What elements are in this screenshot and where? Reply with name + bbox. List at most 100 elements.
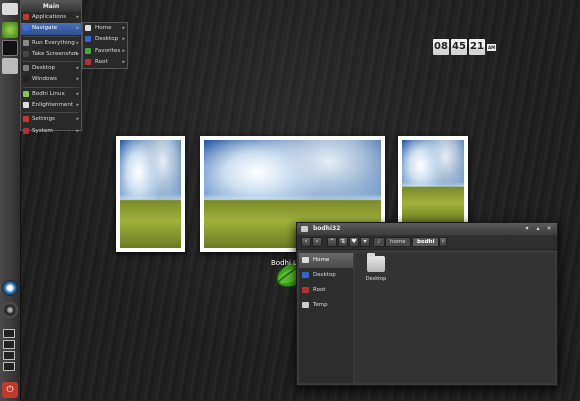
- menu-item[interactable]: Desktop ▸: [21, 63, 81, 74]
- root-icon: [302, 287, 309, 293]
- submenu-arrow-icon: ▸: [122, 58, 125, 65]
- home-icon: [85, 25, 91, 31]
- menu-item[interactable]: Bodhi Linux ▸: [21, 89, 81, 100]
- bodhi-icon: [23, 90, 29, 97]
- bodhi-logo-label: Bodhi Li: [271, 259, 299, 267]
- clock-minutes: 45: [451, 39, 467, 55]
- submenu-arrow-icon: ▸: [76, 76, 79, 83]
- up-button[interactable]: ⌃: [327, 237, 337, 247]
- menu-item[interactable]: System ▸: [21, 126, 81, 137]
- system-icon: [23, 127, 29, 134]
- landscape-photo: [402, 140, 464, 224]
- menu-item-label: Run Everything: [32, 39, 75, 46]
- submenu-arrow-icon: ▸: [76, 90, 79, 97]
- submenu-item-label: Desktop: [95, 36, 119, 43]
- submenu-arrow-icon: ▸: [76, 116, 79, 123]
- submenu-item[interactable]: Desktop ▸: [83, 34, 127, 45]
- menu-item[interactable]: Windows ▸: [21, 74, 81, 85]
- folder-label: Desktop: [365, 276, 387, 282]
- close-button[interactable]: ✕: [545, 225, 553, 233]
- menu-item-label: Windows: [32, 76, 57, 83]
- bodhi-start-icon[interactable]: [2, 3, 18, 15]
- submenu-item[interactable]: Root ▸: [83, 57, 127, 68]
- submenu-arrow-icon: ▸: [122, 47, 125, 54]
- speaker-icon[interactable]: [2, 302, 18, 318]
- desktop-folder-icon: [302, 272, 309, 278]
- file-manager-toolbar: ‹ › ⌃ ⇅ ♥ ▾ / home bodhi ›: [297, 235, 557, 250]
- submenu-arrow-icon: ▸: [76, 25, 79, 32]
- breadcrumb-next-button[interactable]: ›: [439, 237, 447, 247]
- photo-frame[interactable]: [116, 136, 185, 252]
- submenu-item[interactable]: Home ▸: [83, 23, 127, 34]
- clock-hours: 08: [433, 39, 449, 55]
- menu-separator: [23, 61, 79, 63]
- desktop-page[interactable]: [3, 362, 15, 371]
- file-view[interactable]: Desktop: [355, 253, 555, 383]
- desktop-page[interactable]: [3, 329, 15, 338]
- submenu-arrow-icon: ▸: [122, 25, 125, 31]
- minimize-button[interactable]: ▾: [523, 225, 531, 233]
- window-titlebar[interactable]: bodhi32 ▾ ▴ ✕: [297, 223, 557, 235]
- home-icon: [302, 257, 309, 263]
- menu-item[interactable]: Settings ▸: [21, 114, 81, 125]
- globe-icon[interactable]: [2, 280, 18, 296]
- virtual-desktop-pager[interactable]: [3, 329, 17, 374]
- menu-item[interactable]: Navigate ▸: [21, 23, 81, 35]
- submenu-item-label: Home: [95, 25, 112, 31]
- menu-item-label: Take Screenshot: [32, 50, 78, 57]
- submenu-arrow-icon: ▸: [76, 127, 79, 134]
- back-button[interactable]: ‹: [301, 237, 311, 247]
- left-shelf: ⏻: [0, 0, 21, 401]
- forward-button[interactable]: ›: [312, 237, 322, 247]
- main-menu: Main Applications ▸ Navigate ▸ Run Everythin…: [20, 0, 82, 134]
- navigate-icon: [23, 25, 29, 32]
- menu-title: Main: [21, 1, 81, 12]
- desktop-icon: [23, 65, 29, 72]
- menu-item[interactable]: Run Everything ▸: [21, 38, 81, 49]
- menu-item[interactable]: Enlightenment ▸: [21, 100, 81, 111]
- maximize-button[interactable]: ▴: [534, 225, 542, 233]
- submenu-arrow-icon: ▸: [76, 50, 79, 57]
- temp-icon: [302, 302, 309, 308]
- file-manager-icon[interactable]: [2, 58, 18, 74]
- folder-item[interactable]: Desktop: [365, 253, 387, 282]
- submenu-arrow-icon: ▸: [122, 36, 125, 43]
- menu-item[interactable]: Applications ▸: [21, 12, 81, 23]
- submenu-item-label: Root: [95, 58, 108, 65]
- root-icon: [85, 58, 91, 65]
- sort-button[interactable]: ⇅: [338, 237, 348, 247]
- terminal-icon[interactable]: [2, 40, 18, 56]
- submenu-arrow-icon: ▸: [76, 14, 79, 20]
- folder-icon: [367, 253, 385, 272]
- menu-item-label: Settings: [32, 116, 55, 123]
- submenu-item-label: Favorites: [95, 47, 121, 54]
- submenu-item[interactable]: Favorites ▸: [83, 46, 127, 57]
- power-icon[interactable]: ⏻: [2, 382, 18, 398]
- desktop-page[interactable]: [3, 351, 15, 360]
- run-icon: [23, 39, 29, 46]
- submenu-arrow-icon: ▸: [76, 39, 79, 46]
- photo-frame[interactable]: [398, 136, 468, 228]
- menu-item-label: Navigate: [32, 25, 58, 32]
- breadcrumb-bodhi[interactable]: bodhi: [412, 237, 440, 247]
- landscape-photo: [120, 140, 181, 248]
- leaf-icon[interactable]: [2, 22, 18, 38]
- favorites-button[interactable]: ♥: [349, 237, 359, 247]
- submenu-arrow-icon: ▸: [76, 65, 79, 72]
- menu-button[interactable]: ▾: [360, 237, 370, 247]
- desktop-page[interactable]: [3, 340, 15, 349]
- applications-icon: [23, 14, 29, 20]
- navigate-submenu: Home ▸ Desktop ▸ Favorites ▸ Root ▸: [82, 22, 128, 69]
- place-item[interactable]: Desktop: [299, 268, 353, 283]
- place-item[interactable]: Temp: [299, 298, 353, 313]
- place-item[interactable]: Root: [299, 283, 353, 298]
- menu-item-label: Enlightenment: [32, 102, 74, 109]
- submenu-arrow-icon: ▸: [76, 102, 79, 109]
- place-item[interactable]: Home: [299, 253, 353, 268]
- menu-separator: [23, 35, 79, 37]
- menu-item[interactable]: Take Screenshot ▸: [21, 49, 81, 60]
- file-manager-window[interactable]: bodhi32 ▾ ▴ ✕ ‹ › ⌃ ⇅ ♥ ▾ / home bodhi ›…: [296, 222, 558, 386]
- breadcrumb-home[interactable]: home: [385, 237, 411, 247]
- breadcrumb-root[interactable]: /: [373, 237, 385, 247]
- place-label: Temp: [313, 302, 328, 308]
